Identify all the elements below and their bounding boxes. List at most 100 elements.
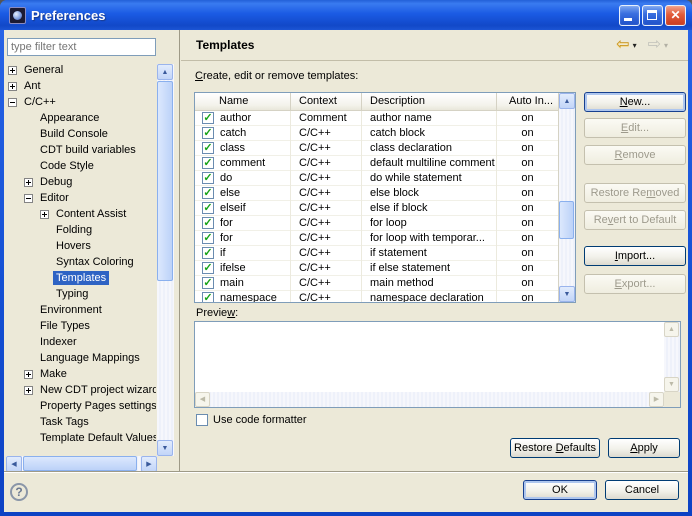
restore-defaults-button[interactable]: Restore Defaults <box>510 438 600 458</box>
tree-item-language-mappings[interactable]: Language Mappings <box>24 350 143 366</box>
template-row-do[interactable]: ✓doC/C++do while statementon <box>195 171 558 186</box>
template-enabled-checkbox[interactable]: ✓ <box>202 247 214 259</box>
cancel-button[interactable]: Cancel <box>605 480 679 500</box>
template-enabled-checkbox[interactable]: ✓ <box>202 292 214 302</box>
tree-vscroll-thumb[interactable] <box>157 81 173 281</box>
template-enabled-checkbox[interactable]: ✓ <box>202 262 214 274</box>
export-button[interactable]: Export... <box>584 274 686 294</box>
column-header-description[interactable]: Description <box>362 93 497 110</box>
tree-item-label[interactable]: Hovers <box>53 239 94 253</box>
template-enabled-checkbox[interactable]: ✓ <box>202 202 214 214</box>
tree-item-label[interactable]: Ant <box>21 79 44 93</box>
tree-item-appearance[interactable]: Appearance <box>24 110 102 126</box>
table-vscroll-thumb[interactable] <box>559 201 574 239</box>
tree-item-syntax-coloring[interactable]: Syntax Coloring <box>40 254 137 270</box>
tree-item-typing[interactable]: Typing <box>40 286 91 302</box>
back-arrow-icon[interactable]: ⇦ <box>616 35 629 55</box>
title-bar[interactable]: Preferences ✕ <box>0 0 692 30</box>
column-header-context[interactable]: Context <box>291 93 362 110</box>
column-header-auto-insert[interactable]: Auto In... <box>497 93 558 110</box>
scroll-down-icon[interactable]: ▼ <box>664 377 679 392</box>
tree-item-label[interactable]: File Types <box>37 319 93 333</box>
tree-item-label[interactable]: Code Style <box>37 159 97 173</box>
tree-item-c-c[interactable]: C/C++ <box>8 94 59 110</box>
tree-item-label[interactable]: Content Assist <box>53 207 129 221</box>
tree-horizontal-scrollbar[interactable]: ◀ ▶ <box>6 456 157 472</box>
template-enabled-checkbox[interactable]: ✓ <box>202 187 214 199</box>
tree-item-code-style[interactable]: Code Style <box>24 158 97 174</box>
tree-item-label[interactable]: General <box>21 63 66 77</box>
tree-item-label[interactable]: Indexer <box>37 335 80 349</box>
scroll-up-icon[interactable]: ▲ <box>559 93 575 109</box>
template-row-ifelse[interactable]: ✓ifelseC/C++if else statementon <box>195 261 558 276</box>
scroll-down-icon[interactable]: ▼ <box>157 440 173 456</box>
scroll-right-icon[interactable]: ▶ <box>649 392 664 407</box>
tree-item-folding[interactable]: Folding <box>40 222 95 238</box>
expander-plus-icon[interactable] <box>24 386 33 395</box>
tree-item-property-pages-settings[interactable]: Property Pages settings <box>24 398 156 414</box>
new-button[interactable]: New... <box>584 92 686 112</box>
apply-button[interactable]: Apply <box>608 438 680 458</box>
template-enabled-checkbox[interactable]: ✓ <box>202 112 214 124</box>
scroll-up-icon[interactable]: ▲ <box>664 322 679 337</box>
scroll-left-icon[interactable]: ◀ <box>195 392 210 407</box>
filter-input[interactable] <box>7 38 156 56</box>
template-row-main[interactable]: ✓mainC/C++main methodon <box>195 276 558 291</box>
tree-item-cdt-build-variables[interactable]: CDT build variables <box>24 142 139 158</box>
back-history-caret-icon[interactable]: ▾ <box>633 41 637 50</box>
ok-button[interactable]: OK <box>523 480 597 500</box>
tree-item-file-types[interactable]: File Types <box>24 318 93 334</box>
expander-plus-icon[interactable] <box>24 370 33 379</box>
tree-item-debug[interactable]: Debug <box>24 174 75 190</box>
template-enabled-checkbox[interactable]: ✓ <box>202 277 214 289</box>
tree-item-label[interactable]: Folding <box>53 223 95 237</box>
tree-item-label[interactable]: Appearance <box>37 111 102 125</box>
expander-minus-icon[interactable] <box>24 194 33 203</box>
tree-hscroll-thumb[interactable] <box>23 456 137 471</box>
tree-item-task-tags[interactable]: Task Tags <box>24 414 92 430</box>
template-row-else[interactable]: ✓elseC/C++else blockon <box>195 186 558 201</box>
expander-plus-icon[interactable] <box>24 178 33 187</box>
tree-item-label[interactable]: Task Tags <box>37 415 92 429</box>
template-enabled-checkbox[interactable]: ✓ <box>202 232 214 244</box>
tree-item-templates[interactable]: Templates <box>40 270 109 286</box>
expander-plus-icon[interactable] <box>40 210 49 219</box>
tree-item-content-assist[interactable]: Content Assist <box>40 206 129 222</box>
minimize-button[interactable] <box>619 5 640 26</box>
tree-item-new-cdt-project-wizard[interactable]: New CDT project wizard <box>24 382 156 398</box>
template-row-comment[interactable]: ✓commentC/C++default multiline commenton <box>195 156 558 171</box>
restore-removed-button[interactable]: Restore Removed <box>584 183 686 203</box>
template-row-for[interactable]: ✓forC/C++for loop with temporar...on <box>195 231 558 246</box>
edit-button[interactable]: Edit... <box>584 118 686 138</box>
template-enabled-checkbox[interactable]: ✓ <box>202 217 214 229</box>
preview-vertical-scrollbar[interactable]: ▲ ▼ <box>664 322 680 392</box>
maximize-button[interactable] <box>642 5 663 26</box>
revert-to-default-button[interactable]: Revert to Default <box>584 210 686 230</box>
tree-item-label[interactable]: C/C++ <box>21 95 59 109</box>
use-code-formatter-checkbox[interactable] <box>196 414 208 426</box>
template-row-for[interactable]: ✓forC/C++for loopon <box>195 216 558 231</box>
tree-item-template-default-values[interactable]: Template Default Values <box>24 430 156 446</box>
panel-divider[interactable] <box>179 30 180 472</box>
template-enabled-checkbox[interactable]: ✓ <box>202 142 214 154</box>
tree-item-editor[interactable]: Editor <box>24 190 72 206</box>
tree-item-label[interactable]: Typing <box>53 287 91 301</box>
template-row-class[interactable]: ✓classC/C++class declarationon <box>195 141 558 156</box>
help-button[interactable]: ? <box>10 483 28 501</box>
tree-item-label[interactable]: Language Mappings <box>37 351 143 365</box>
scroll-down-icon[interactable]: ▼ <box>559 286 575 302</box>
preview-area[interactable]: ▲ ▼ ◀ ▶ <box>194 321 681 408</box>
scroll-right-icon[interactable]: ▶ <box>141 456 157 472</box>
template-row-if[interactable]: ✓ifC/C++if statementon <box>195 246 558 261</box>
template-row-author[interactable]: ✓authorCommentauthor nameon <box>195 111 558 126</box>
preview-horizontal-scrollbar[interactable]: ◀ ▶ <box>195 392 664 407</box>
tree-item-label[interactable]: Syntax Coloring <box>53 255 137 269</box>
tree-item-label[interactable]: Debug <box>37 175 75 189</box>
template-enabled-checkbox[interactable]: ✓ <box>202 127 214 139</box>
table-vertical-scrollbar[interactable]: ▲ ▼ <box>558 93 575 302</box>
tree-item-build-console[interactable]: Build Console <box>24 126 111 142</box>
tree-item-ant[interactable]: Ant <box>8 78 44 94</box>
tree-item-label[interactable]: Environment <box>37 303 105 317</box>
tree-item-label[interactable]: CDT build variables <box>37 143 139 157</box>
import-button[interactable]: Import... <box>584 246 686 266</box>
